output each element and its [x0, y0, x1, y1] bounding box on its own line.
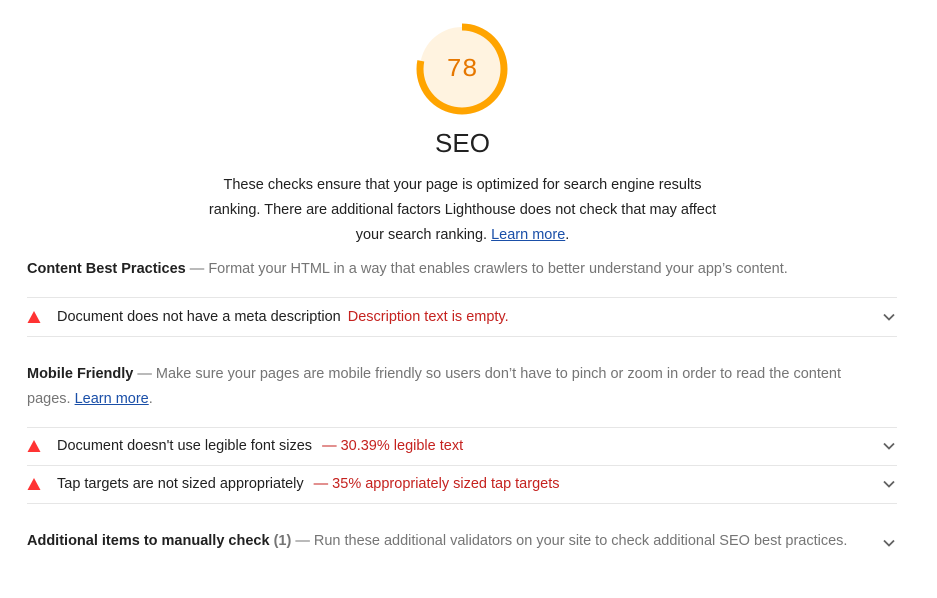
- audit-title: Document doesn't use legible font sizes: [57, 438, 313, 454]
- chevron-down-icon[interactable]: [883, 313, 895, 321]
- group-title: Mobile Friendly: [27, 366, 134, 382]
- audit-title: Tap targets are not sized appropriately: [57, 476, 304, 492]
- learn-more-link[interactable]: Learn more: [491, 227, 565, 243]
- score-gauge: 78: [415, 22, 509, 116]
- audit-title: Document does not have a meta descriptio…: [57, 309, 341, 325]
- group-content-best-practices: Content Best Practices — Format your HTM…: [27, 257, 887, 282]
- description-period: .: [565, 227, 570, 243]
- audit-display-value: Description text is empty.: [347, 309, 509, 325]
- triangle-warning-icon: [27, 478, 41, 490]
- group-mobile-friendly: Mobile Friendly — Make sure your pages a…: [27, 362, 887, 412]
- category-title: SEO: [435, 128, 490, 158]
- audit-display-value: — 30.39% legible text: [322, 438, 464, 454]
- category-description: These checks ensure that your page is op…: [200, 173, 725, 248]
- chevron-down-icon[interactable]: [883, 539, 895, 547]
- divider: [27, 336, 897, 337]
- group-description: Format your HTML in a way that enables c…: [208, 261, 788, 277]
- group-separator: —: [291, 533, 314, 549]
- audit-display-value: — 35% appropriately sized tap targets: [313, 476, 560, 492]
- audit-font-size[interactable]: Document doesn't use legible font sizes …: [27, 428, 897, 464]
- group-title: Additional items to manually check: [27, 533, 270, 549]
- audit-meta-description[interactable]: Document does not have a meta descriptio…: [27, 299, 897, 335]
- group-manual-checks[interactable]: Additional items to manually check (1) —…: [27, 529, 857, 554]
- chevron-down-icon[interactable]: [883, 442, 895, 450]
- divider: [27, 503, 897, 504]
- triangle-warning-icon: [27, 440, 41, 452]
- group-description: Run these additional validators on your …: [313, 533, 848, 549]
- audit-tap-targets[interactable]: Tap targets are not sized appropriately …: [27, 466, 897, 502]
- learn-more-link[interactable]: Learn more: [75, 391, 149, 407]
- group-separator: —: [133, 366, 156, 382]
- group-period: .: [148, 391, 153, 407]
- group-title: Content Best Practices: [27, 261, 186, 277]
- triangle-warning-icon: [27, 311, 41, 323]
- group-count: (1): [273, 533, 292, 549]
- seo-report: 78 SEO These checks ensure that your pag…: [0, 0, 937, 598]
- score-value: 78: [446, 54, 478, 84]
- group-separator: —: [185, 261, 209, 277]
- chevron-down-icon[interactable]: [883, 480, 895, 488]
- divider: [27, 297, 897, 298]
- description-text: These checks ensure that your page is op…: [208, 177, 717, 243]
